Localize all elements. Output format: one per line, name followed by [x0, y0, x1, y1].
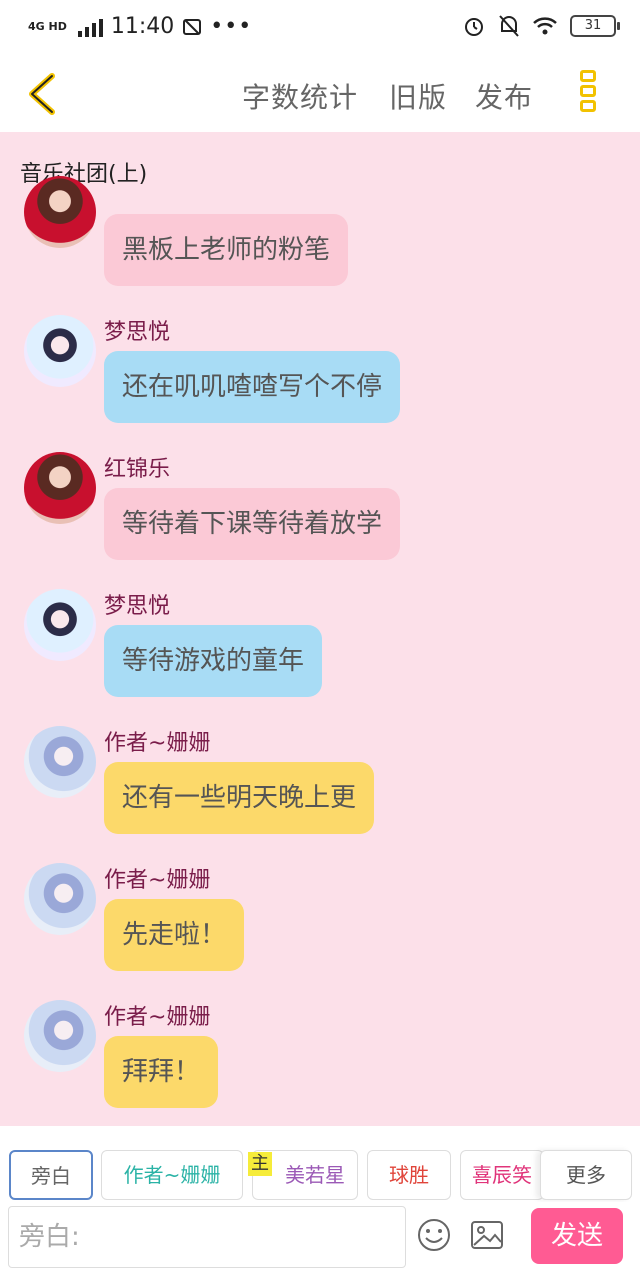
role-qiusheng[interactable]: 球胜 — [367, 1150, 451, 1200]
role-selector-bar: 旁白 作者~姗姗 美若星 主 球胜 喜辰笑 更多 — [0, 1126, 640, 1202]
message-bubble: 还在叽叽喳喳写个不停 — [104, 351, 401, 423]
sender-name: 作者~姗姗 — [104, 1005, 211, 1030]
menu-icon[interactable] — [578, 70, 598, 120]
chat-area[interactable]: 音乐社团(上) 黑板上老师的粉笔 梦思悦 还在叽叽喳喳写个不停 红锦乐 等待着下… — [0, 132, 640, 1126]
notification-icon — [183, 18, 202, 35]
avatar[interactable] — [24, 863, 96, 935]
sender-name: 红锦乐 — [104, 457, 171, 482]
sender-name: 梦思悦 — [104, 320, 171, 345]
more-roles-button[interactable]: 更多 — [540, 1150, 632, 1200]
role-xichenxiao[interactable]: 喜辰笑 — [460, 1150, 544, 1200]
alarm-icon — [465, 18, 483, 36]
avatar[interactable] — [24, 176, 96, 248]
publish-button[interactable]: 发布 — [475, 76, 533, 116]
more-dots-icon: ••• — [210, 14, 253, 39]
message-bubble: 拜拜！ — [104, 1036, 219, 1108]
signal-icon — [77, 18, 103, 37]
message-bubble: 还有一些明天晚上更 — [104, 762, 375, 834]
main-role-badge: 主 — [248, 1152, 272, 1176]
mute-bell-icon — [499, 15, 519, 37]
avatar[interactable] — [24, 589, 96, 661]
sender-name: 作者~姗姗 — [104, 868, 211, 893]
wifi-icon — [533, 17, 557, 35]
avatar[interactable] — [24, 726, 96, 798]
battery-icon: 31 — [570, 15, 620, 37]
message-input[interactable]: 旁白: — [8, 1206, 406, 1268]
avatar[interactable] — [24, 1000, 96, 1072]
status-time: 11:40 — [110, 14, 175, 39]
status-bar: 4G HD 11:40 ••• 31 — [0, 0, 640, 58]
message-bubble: 先走啦！ — [104, 899, 245, 971]
sender-name: 作者~姗姗 — [104, 731, 211, 756]
word-count-button[interactable]: 字数统计 — [242, 76, 358, 116]
message-bubble: 等待游戏的童年 — [104, 625, 323, 697]
sender-name: 梦思悦 — [104, 594, 171, 619]
old-version-button[interactable]: 旧版 — [389, 76, 447, 116]
input-bar: 旁白: 发送 — [0, 1202, 640, 1276]
smiley-icon[interactable] — [417, 1218, 451, 1252]
header-bar: 字数统计 旧版 发布 — [0, 58, 640, 132]
send-button[interactable]: 发送 — [531, 1208, 623, 1264]
back-arrow-icon[interactable] — [22, 72, 66, 116]
message-bubble: 等待着下课等待着放学 — [104, 488, 401, 560]
role-author[interactable]: 作者~姗姗 — [101, 1150, 243, 1200]
image-icon[interactable] — [470, 1218, 504, 1252]
role-narrator[interactable]: 旁白 — [9, 1150, 93, 1200]
avatar[interactable] — [24, 315, 96, 387]
message-bubble: 黑板上老师的粉笔 — [104, 214, 349, 286]
avatar[interactable] — [24, 452, 96, 524]
network-indicator: 4G HD — [28, 19, 67, 33]
